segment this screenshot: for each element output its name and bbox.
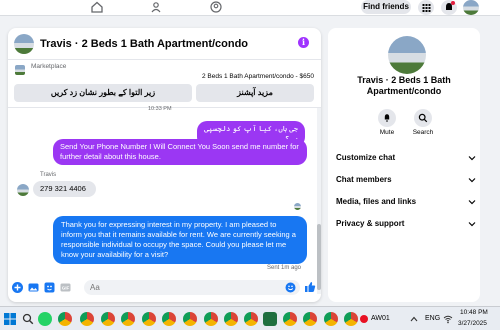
chevron-down-icon bbox=[468, 178, 476, 183]
chat-window: Travis · 2 Beds 1 Bath Apartment/condo i… bbox=[8, 28, 321, 302]
listing-thumbnail[interactable] bbox=[15, 65, 25, 75]
chrome-icon[interactable] bbox=[344, 312, 358, 326]
info-icon[interactable]: i bbox=[298, 37, 309, 48]
windows-start-icon[interactable] bbox=[4, 313, 16, 325]
menu-grid-button[interactable] bbox=[418, 0, 434, 15]
customize-chat-label: Customize chat bbox=[336, 153, 396, 162]
gif-icon[interactable]: GIF bbox=[60, 282, 71, 293]
panel-title: Travis · 2 Beds 1 Bath Apartment/condo bbox=[357, 75, 451, 96]
chevron-down-icon bbox=[468, 222, 476, 227]
listing-text[interactable]: 2 Beds 1 Bath Apartment/condo - $650 bbox=[202, 73, 314, 80]
privacy-support-row[interactable]: Privacy & support bbox=[336, 217, 478, 231]
chrome-icon[interactable] bbox=[224, 312, 238, 326]
sticker-icon[interactable] bbox=[44, 282, 55, 293]
mark-pending-button[interactable]: زیر التوا کے بطور نشان زد کریں bbox=[14, 84, 192, 102]
mute-label: Mute bbox=[379, 129, 395, 136]
image-icon[interactable] bbox=[28, 282, 39, 293]
plus-icon[interactable] bbox=[12, 282, 23, 293]
whatsapp-icon[interactable] bbox=[38, 312, 52, 326]
groups-icon[interactable] bbox=[149, 0, 163, 14]
chrome-icon[interactable] bbox=[283, 312, 297, 326]
sender-name: Travis bbox=[40, 172, 57, 178]
marketplace-label: Marketplace bbox=[31, 63, 67, 70]
notifications-button[interactable] bbox=[441, 0, 457, 15]
privacy-support-label: Privacy & support bbox=[336, 219, 405, 228]
chat-title[interactable]: Travis · 2 Beds 1 Bath Apartment/condo bbox=[40, 38, 248, 50]
search-icon bbox=[418, 113, 428, 123]
chat-header: Travis · 2 Beds 1 Bath Apartment/condo i bbox=[8, 28, 321, 60]
chrome-icon[interactable] bbox=[204, 312, 218, 326]
weather-alert-icon bbox=[360, 315, 368, 323]
chevron-up-icon[interactable] bbox=[410, 316, 418, 322]
conversation-info-panel: Travis · 2 Beds 1 Bath Apartment/condo M… bbox=[328, 28, 480, 302]
grid-icon bbox=[422, 4, 431, 12]
message-incoming-1[interactable]: 279 321 4406 bbox=[33, 181, 96, 197]
clock-time[interactable]: 10:48 PM bbox=[460, 309, 488, 316]
chevron-down-icon bbox=[468, 200, 476, 205]
chrome-icon[interactable] bbox=[80, 312, 94, 326]
chat-members-label: Chat members bbox=[336, 175, 392, 184]
taskbar: AW01 ENG 10:48 PM 3/27/2025 bbox=[0, 306, 500, 330]
chrome-icon[interactable] bbox=[324, 312, 338, 326]
facebook-top-bar: Find friends bbox=[0, 0, 500, 16]
message-outgoing-3[interactable]: Thank you for expressing interest in my … bbox=[53, 216, 307, 264]
chrome-icon[interactable] bbox=[244, 312, 258, 326]
chrome-icon[interactable] bbox=[162, 312, 176, 326]
sender-avatar[interactable] bbox=[17, 184, 29, 196]
emoji-icon[interactable] bbox=[285, 282, 296, 293]
bell-icon bbox=[384, 114, 390, 122]
search-button[interactable]: Search bbox=[408, 109, 438, 136]
more-options-button[interactable]: مزید آپشنز bbox=[196, 84, 314, 102]
account-avatar[interactable] bbox=[463, 0, 479, 15]
chrome-icon[interactable] bbox=[121, 312, 135, 326]
chrome-icon[interactable] bbox=[183, 312, 197, 326]
wifi-icon[interactable] bbox=[443, 314, 453, 324]
bell-icon bbox=[446, 1, 455, 10]
read-receipt-avatar bbox=[294, 203, 301, 210]
chevron-down-icon bbox=[468, 156, 476, 161]
listing-large-avatar[interactable] bbox=[388, 36, 426, 74]
mute-button[interactable]: Mute bbox=[372, 109, 402, 136]
chrome-icon[interactable] bbox=[303, 312, 317, 326]
weather-text[interactable]: AW01 bbox=[371, 315, 390, 322]
svg-text:GIF: GIF bbox=[62, 286, 70, 291]
like-icon[interactable] bbox=[304, 281, 316, 293]
message-outgoing-2[interactable]: Send Your Phone Number I Will Connect Yo… bbox=[53, 139, 307, 165]
time-divider: 10:33 PM bbox=[148, 106, 172, 112]
profile-icon[interactable] bbox=[209, 0, 223, 14]
home-icon[interactable] bbox=[90, 0, 104, 14]
chat-members-row[interactable]: Chat members bbox=[336, 173, 478, 187]
chrome-icon[interactable] bbox=[58, 312, 72, 326]
language-indicator[interactable]: ENG bbox=[425, 315, 440, 322]
media-files-links-label: Media, files and links bbox=[336, 197, 417, 206]
chrome-icon[interactable] bbox=[101, 312, 115, 326]
clock-date[interactable]: 3/27/2025 bbox=[458, 320, 487, 327]
search-label: Search bbox=[412, 129, 434, 136]
terminal-icon[interactable] bbox=[263, 312, 277, 326]
listing-avatar[interactable] bbox=[14, 34, 34, 54]
find-friends-button[interactable]: Find friends bbox=[361, 0, 411, 14]
customize-chat-row[interactable]: Customize chat bbox=[336, 151, 478, 165]
marketplace-bar: Marketplace 2 Beds 1 Bath Apartment/cond… bbox=[8, 60, 321, 108]
search-icon[interactable] bbox=[22, 313, 34, 325]
message-composer: GIF bbox=[8, 278, 321, 298]
sent-status: Sent 1m ago bbox=[267, 265, 302, 271]
chrome-icon[interactable] bbox=[142, 312, 156, 326]
media-files-links-row[interactable]: Media, files and links bbox=[336, 195, 478, 209]
message-input[interactable] bbox=[84, 280, 300, 295]
